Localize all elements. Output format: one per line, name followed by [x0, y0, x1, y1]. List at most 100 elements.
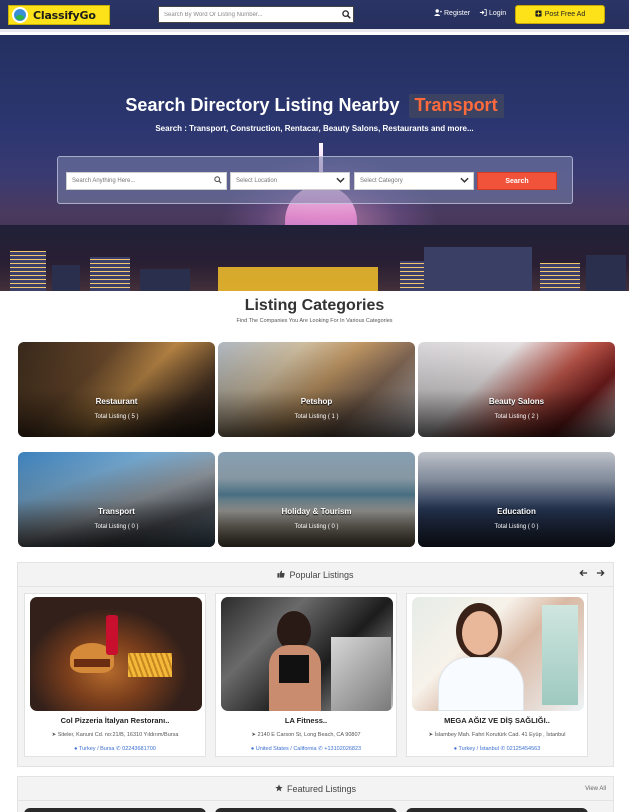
brand-logo[interactable]: ClassifyGo: [8, 5, 110, 25]
listing-phone[interactable]: 02125454563: [507, 746, 541, 752]
featured-card-stub[interactable]: [215, 808, 397, 812]
category-count: Total Listing ( 0 ): [494, 524, 539, 530]
person-face: [462, 611, 498, 655]
categories-title: Listing Categories: [244, 297, 385, 314]
search-icon: [214, 176, 222, 186]
listing-address-text: Siteler, Kanuni Cd. no:21/B, 16310 Yıldı…: [57, 732, 179, 738]
skyline-building: [90, 257, 130, 291]
listing-image: [412, 597, 584, 711]
register-label: Register: [444, 10, 471, 17]
chevron-down-icon: [336, 176, 345, 186]
listing-meta: ● United States / California ✆ +13102026…: [216, 746, 396, 752]
hero-title-text: Search Directory Listing Nearby: [125, 95, 400, 115]
hero-search-placeholder: Search Anything Here...: [72, 178, 136, 184]
featured-listings-title: Featured Listings: [286, 783, 357, 794]
location-arrow-icon: ➤: [251, 732, 257, 738]
listing-title[interactable]: Col Pizzeria İtalyan Restoranı..: [25, 716, 205, 725]
category-card-education[interactable]: Education Total Listing ( 0 ): [418, 452, 615, 547]
listing-card[interactable]: LA Fitness.. ➤ 2140 E Carson St, Long Be…: [215, 593, 397, 757]
view-all-link[interactable]: View All: [585, 786, 606, 792]
globe-logo-icon: [12, 7, 28, 23]
post-free-ad-button[interactable]: Post Free Ad: [515, 5, 605, 24]
brand-name: ClassifyGo: [33, 8, 96, 22]
skyline-building: [540, 263, 580, 291]
listing-location[interactable]: Turkey / Bursa: [79, 746, 115, 752]
listing-location[interactable]: United States / California: [256, 746, 317, 752]
location-select[interactable]: Select Location: [230, 172, 350, 190]
listing-image: [30, 597, 202, 711]
featured-card-stub[interactable]: [406, 808, 588, 812]
category-name: Education: [497, 507, 536, 516]
arrow-right-icon[interactable]: [596, 569, 605, 580]
card-overlay: [18, 452, 215, 547]
star-icon: [275, 783, 283, 794]
category-card-transport[interactable]: Transport Total Listing ( 0 ): [18, 452, 215, 547]
listing-phone[interactable]: +13102026823: [324, 746, 361, 752]
category-card-restaurant[interactable]: Restaurant Total Listing ( 5 ): [18, 342, 215, 437]
header-search: [158, 6, 354, 23]
categories-subtitle: Find The Companies You Are Looking For I…: [236, 318, 393, 324]
listing-image: [221, 597, 393, 711]
category-name: Petshop: [300, 397, 333, 406]
category-select-label: Select Category: [360, 178, 403, 184]
category-name: Transport: [98, 507, 135, 516]
listing-address: ➤ Siteler, Kanuni Cd. no:21/B, 16310 Yıl…: [25, 732, 205, 738]
login-link[interactable]: Login: [479, 9, 506, 18]
location-arrow-icon: ➤: [428, 732, 434, 738]
category-name: Beauty Salons: [488, 397, 545, 406]
featured-card-stub[interactable]: [24, 808, 206, 812]
popular-listings-panel: Popular Listings Col Pizzeria İtalyan Re…: [17, 562, 614, 767]
treadmill: [331, 637, 391, 711]
white-coat: [438, 657, 524, 711]
category-card-beauty-salons[interactable]: Beauty Salons Total Listing ( 2 ): [418, 342, 615, 437]
hero-search-input[interactable]: Search Anything Here...: [66, 172, 227, 190]
post-free-ad-label: Post Free Ad: [544, 11, 586, 18]
category-count: Total Listing ( 0 ): [94, 524, 139, 530]
dental-equipment: [542, 605, 578, 705]
search-icon[interactable]: [339, 7, 353, 22]
category-count: Total Listing ( 1 ): [294, 414, 339, 420]
plus-square-icon: [535, 10, 542, 19]
user-plus-icon: [434, 9, 442, 18]
skyline-building: [52, 265, 80, 291]
skyline-building: [424, 247, 532, 291]
category-card-petshop[interactable]: Petshop Total Listing ( 1 ): [218, 342, 415, 437]
top-navbar: ClassifyGo Register Login Post Free Ad: [0, 0, 629, 32]
hero-search-button[interactable]: Search: [477, 172, 557, 190]
skyline-building: [586, 255, 626, 291]
card-overlay: [218, 452, 415, 547]
category-select[interactable]: Select Category: [354, 172, 474, 190]
thumbs-up-icon: [277, 570, 286, 580]
listing-location[interactable]: Turkey / İstanbul: [458, 746, 498, 752]
listing-address: ➤ İslambey Mah. Fahri Korutürk Cad. 41 E…: [407, 732, 587, 738]
phone-icon: ✆: [500, 746, 506, 752]
phone-icon: ✆: [318, 746, 323, 752]
category-count: Total Listing ( 0 ): [294, 524, 339, 530]
listing-title[interactable]: MEGA AĞIZ VE DİŞ SAĞLIĞI..: [407, 716, 587, 725]
category-name: Holiday & Tourism: [281, 507, 352, 516]
header-search-input[interactable]: [159, 7, 339, 22]
listing-title[interactable]: LA Fitness..: [216, 716, 396, 725]
cola-can: [106, 615, 118, 655]
sign-in-icon: [479, 9, 487, 18]
sports-top: [279, 655, 309, 683]
popular-listings-title: Popular Listings: [289, 569, 354, 580]
skyline-building: [140, 269, 190, 291]
hero-section: Search Directory Listing Nearby Transpor…: [0, 35, 629, 291]
category-card-holiday-tourism[interactable]: Holiday & Tourism Total Listing ( 0 ): [218, 452, 415, 547]
listing-card[interactable]: MEGA AĞIZ VE DİŞ SAĞLIĞI.. ➤ İslambey Ma…: [406, 593, 588, 757]
register-link[interactable]: Register: [434, 9, 470, 18]
card-overlay: [418, 452, 615, 547]
listing-card[interactable]: Col Pizzeria İtalyan Restoranı.. ➤ Sitel…: [24, 593, 206, 757]
phone-icon: ✆: [116, 746, 121, 752]
hero-subtitle: Search : Transport, Construction, Rentac…: [155, 124, 474, 133]
card-overlay: [218, 342, 415, 437]
location-arrow-icon: ➤: [51, 732, 57, 738]
popular-listings-header: Popular Listings: [18, 563, 613, 587]
listing-phone[interactable]: 02243681700: [122, 746, 156, 752]
hero-lit-building: [218, 267, 378, 291]
arrow-left-icon[interactable]: [579, 569, 588, 580]
fries-shape: [128, 653, 172, 677]
card-overlay: [418, 342, 615, 437]
hero-title-highlight: Transport: [408, 94, 504, 118]
